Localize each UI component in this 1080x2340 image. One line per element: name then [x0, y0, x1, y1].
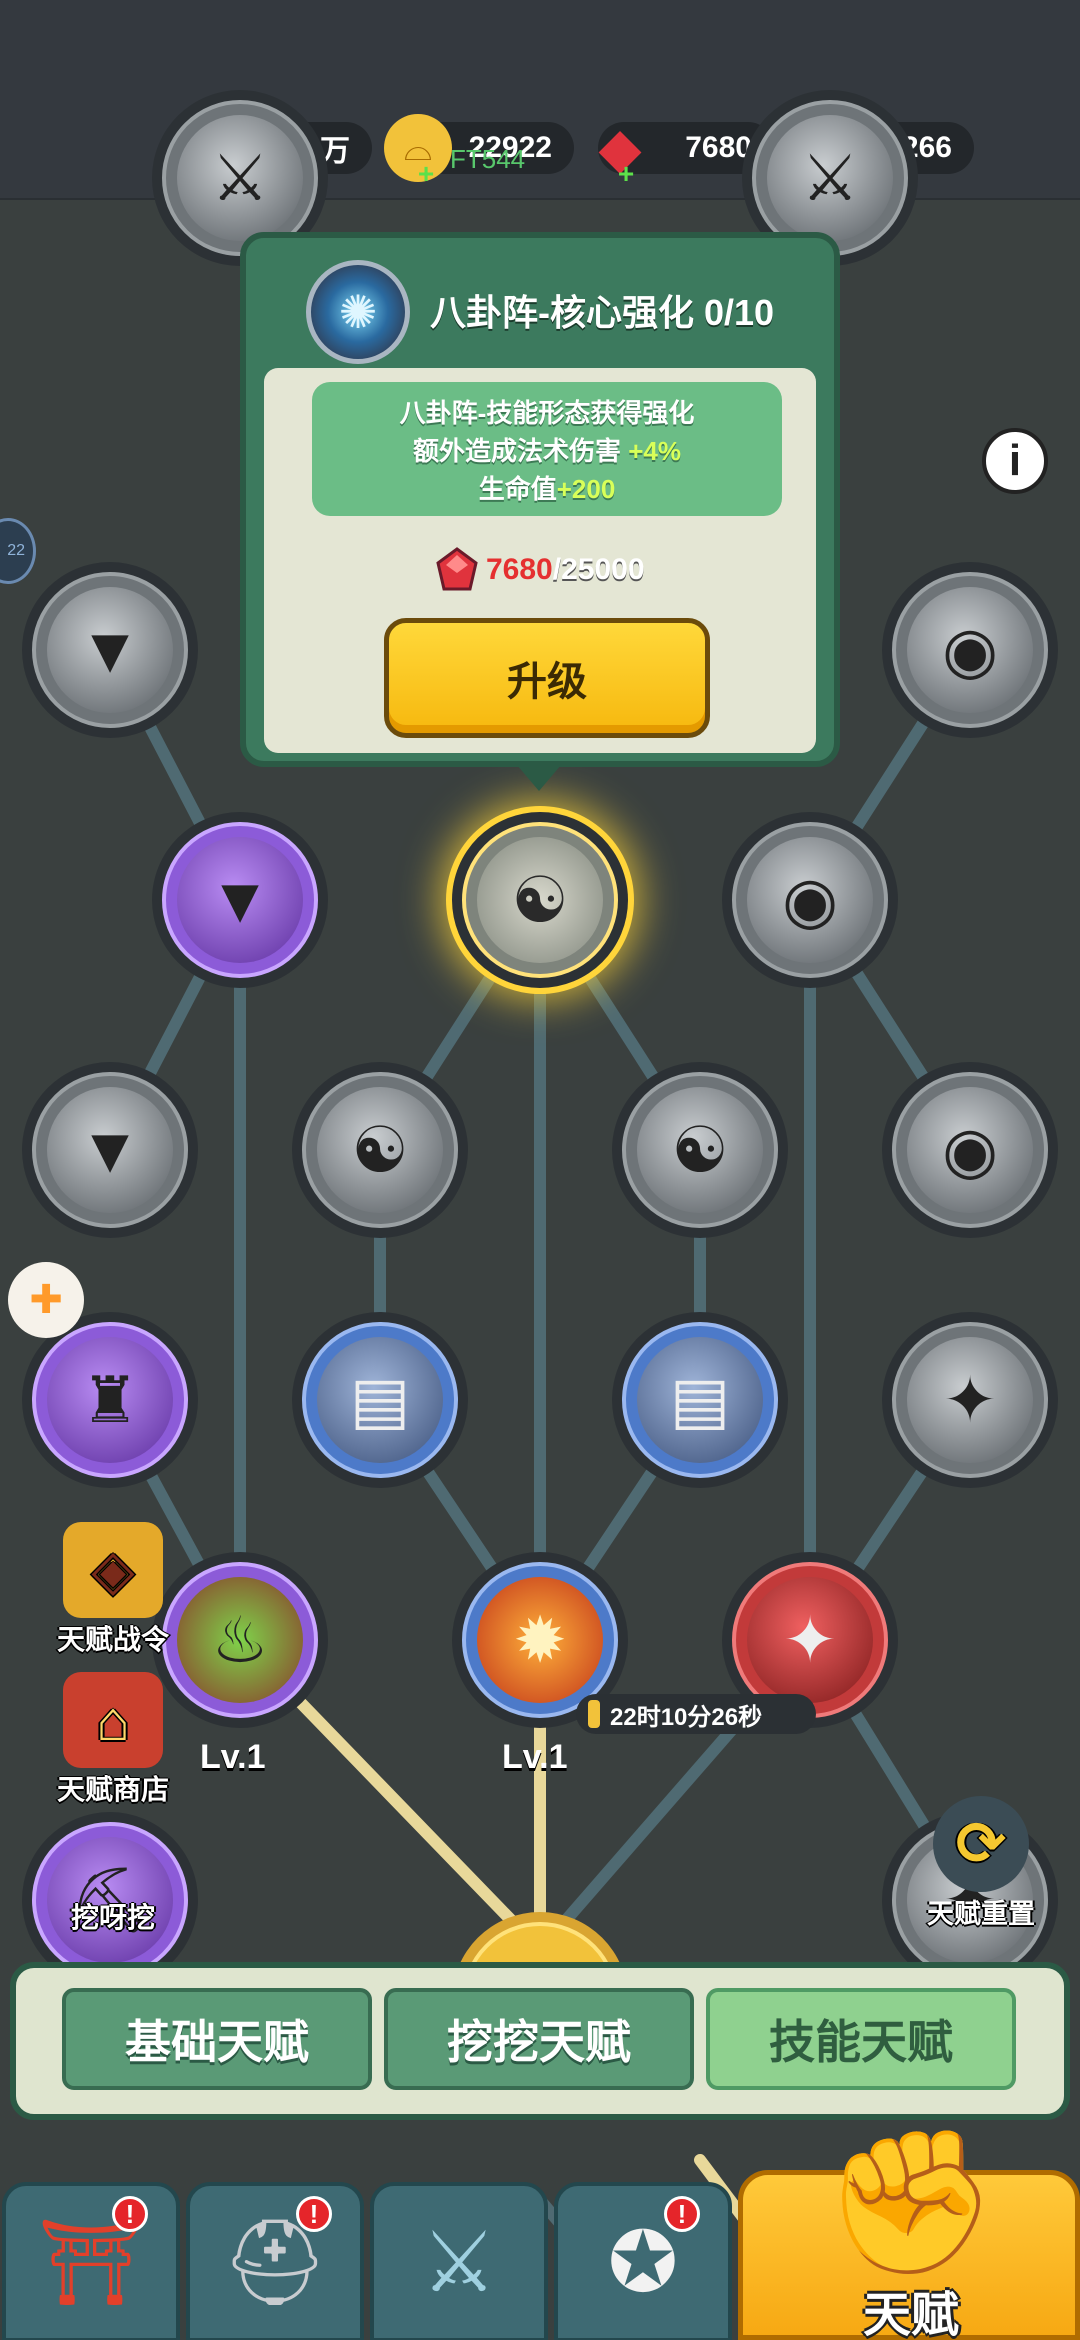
shield-icon: ◉	[907, 1087, 1033, 1213]
talent-node-dart-1[interactable]: ✦	[882, 1312, 1058, 1488]
talent-node-yinyang-1[interactable]: ☯	[292, 1062, 468, 1238]
talent-node-scroll-1[interactable]: ▤	[292, 1312, 468, 1488]
talent-node-spike-purple[interactable]: ▼	[152, 812, 328, 988]
tab-dig-talent[interactable]: 挖挖天赋	[384, 1988, 694, 2090]
popup-body: 八卦阵-技能形态获得强化 额外造成法术伤害 +4% 生命值+200 7680/2…	[264, 368, 816, 753]
red-gem-icon	[436, 547, 478, 591]
shield-icon: ◉	[907, 587, 1033, 713]
talent-description: 八卦阵-技能形态获得强化 额外造成法术伤害 +4% 生命值+200	[312, 382, 782, 516]
crossed-swords-icon: ⚔	[421, 2215, 497, 2309]
red-gem-value: 7680	[685, 131, 752, 164]
pet-icon: ✪	[607, 2215, 679, 2309]
nav-equipment-badge: !	[296, 2196, 332, 2232]
spike-icon: ▼	[47, 587, 173, 713]
level-label-center: Lv.1	[502, 1738, 568, 1776]
nav-gate-badge: !	[112, 2196, 148, 2232]
talent-reset-label: 天赋重置	[927, 1899, 1035, 1929]
talent-shop-label: 天赋商店	[56, 1774, 169, 1805]
desc-line-2-value: +4%	[628, 436, 681, 466]
talent-category-tabs: 基础天赋 挖挖天赋 技能天赋	[10, 1962, 1070, 2120]
dart-icon: ✦	[747, 1577, 873, 1703]
fist-icon: ✊	[823, 2123, 998, 2280]
desc-line-3-text: 生命值	[478, 474, 557, 504]
desc-line-1: 八卦阵-技能形态获得强化	[399, 398, 695, 428]
add-gold-icon[interactable]: +	[414, 160, 438, 188]
level-label-left: Lv.1	[200, 1738, 266, 1776]
upgrade-cost: 7680/25000	[434, 544, 645, 596]
desc-line-3-value: +200	[556, 474, 616, 504]
dart-icon: ✦	[907, 1337, 1033, 1463]
talent-node-shield-2[interactable]: ◉	[722, 812, 898, 988]
sword-icon: ⚔	[177, 115, 303, 241]
talent-node-shield-3[interactable]: ◉	[882, 1062, 1058, 1238]
add-red-gem-icon[interactable]: +	[614, 160, 638, 188]
nav-talent-label: 天赋	[863, 2289, 960, 2340]
talent-node-spike-1[interactable]: ▼	[22, 562, 198, 738]
nav-pets[interactable]: ✪!	[554, 2182, 732, 2340]
talent-pass-button[interactable]: ◈ 天赋战令	[28, 1522, 198, 1658]
spike-icon: ▼	[177, 837, 303, 963]
popup-header: ✺ 八卦阵-核心强化 0/10	[246, 238, 834, 366]
overlay-code: FT544	[450, 144, 526, 174]
dig-label: 挖呀挖	[70, 1902, 155, 1933]
scroll-icon: ▤	[317, 1337, 443, 1463]
cost-owned: 7680	[486, 553, 553, 586]
popup-pointer	[517, 765, 561, 791]
left-badge-count: 22	[7, 542, 25, 559]
refresh-icon: ⟳	[933, 1796, 1029, 1892]
nav-pets-badge: !	[664, 2196, 700, 2232]
timer-bar-icon	[588, 1700, 600, 1728]
bagua-emblem-icon: ✺	[306, 260, 410, 364]
timer-text: 22时10分26秒	[610, 1703, 763, 1731]
talent-reset-button[interactable]: ⟳ 天赋重置	[906, 1796, 1056, 1931]
popup-title: 八卦阵-核心强化 0/10	[430, 292, 775, 333]
upgrade-button[interactable]: 升级	[384, 618, 710, 738]
talent-node-totem[interactable]: ♜	[22, 1312, 198, 1488]
shield-icon: ◉	[747, 837, 873, 963]
shop-icon: ⌂	[63, 1672, 163, 1768]
totem-icon: ♜	[47, 1337, 173, 1463]
nav-battle[interactable]: ⚔	[370, 2182, 548, 2340]
spike-icon: ▼	[47, 1087, 173, 1213]
talent-node-scroll-2[interactable]: ▤	[612, 1312, 788, 1488]
talent-node-shield-1[interactable]: ◉	[882, 562, 1058, 738]
talent-node-spike-2[interactable]: ▼	[22, 1062, 198, 1238]
nav-gate[interactable]: ⛩!	[2, 2182, 180, 2340]
info-icon[interactable]: i	[982, 428, 1048, 494]
gamepad-icon[interactable]: ✚	[8, 1262, 84, 1338]
sword-icon: ⚔	[767, 115, 893, 241]
fire-scroll-icon: ✹	[477, 1577, 603, 1703]
talent-node-yinyang-2[interactable]: ☯	[612, 1062, 788, 1238]
desc-line-2: 额外造成法术伤害 +4%	[312, 432, 782, 470]
talent-pass-label: 天赋战令	[56, 1624, 169, 1655]
desc-line-2-text: 额外造成法术伤害	[413, 436, 629, 466]
talent-shop-button[interactable]: ⌂ 天赋商店	[28, 1672, 198, 1808]
talent-detail-popup: ✺ 八卦阵-核心强化 0/10 八卦阵-技能形态获得强化 额外造成法术伤害 +4…	[240, 232, 840, 767]
dig-button[interactable]: 挖呀挖	[28, 1896, 198, 1936]
nav-equipment[interactable]: ⛑!	[186, 2182, 364, 2340]
talent-node-bagua-selected[interactable]: ☯	[452, 812, 628, 988]
tab-skill-talent[interactable]: 技能天赋	[706, 1988, 1016, 2090]
cost-required: /25000	[552, 553, 645, 586]
talent-pass-icon: ◈	[63, 1522, 163, 1618]
desc-line-3: 生命值+200	[312, 470, 782, 508]
tab-basic-talent[interactable]: 基础天赋	[62, 1988, 372, 2090]
scroll-icon: ▤	[637, 1337, 763, 1463]
yin-yang-icon: ☯	[317, 1087, 443, 1213]
yin-yang-icon: ☯	[477, 837, 603, 963]
nav-talent-active[interactable]: ✊ 天赋	[738, 2123, 1080, 2340]
countdown-timer: 22时10分26秒	[576, 1694, 816, 1734]
yin-yang-icon: ☯	[637, 1087, 763, 1213]
